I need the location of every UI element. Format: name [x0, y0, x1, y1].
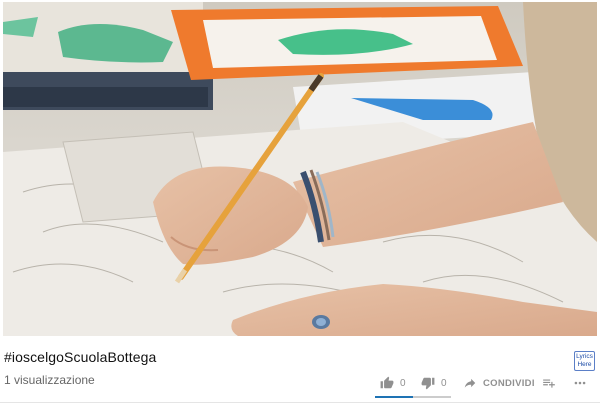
lyrics-here-button[interactable]: Lyrics Here [574, 351, 595, 371]
sentiment-bar [375, 396, 451, 398]
more-actions-button[interactable] [572, 376, 588, 390]
video-player[interactable] [3, 2, 597, 336]
share-arrow-icon [464, 378, 476, 388]
lyrics-badge-line2: Here [577, 361, 592, 368]
thumb-up-icon [380, 376, 394, 389]
share-button[interactable]: CONDIVIDI [463, 376, 535, 390]
view-count: 1 visualizzazione [4, 373, 95, 387]
dislike-count: 0 [441, 377, 447, 389]
like-count: 0 [400, 377, 406, 389]
playlist-add-icon [543, 379, 555, 388]
video-frame [3, 2, 597, 336]
dislike-button[interactable]: 0 [421, 376, 447, 390]
sentiment-bar-fill [375, 396, 413, 398]
like-button[interactable]: 0 [380, 376, 406, 390]
lyrics-badge-line1: Lyrics [576, 353, 593, 360]
thumb-down-icon [421, 377, 435, 390]
video-title: #ioscelgoScuolaBottega [4, 349, 157, 365]
add-to-playlist-button[interactable] [542, 376, 556, 390]
more-dots-icon [574, 381, 586, 385]
divider [0, 402, 600, 403]
share-label: CONDIVIDI [483, 377, 535, 389]
